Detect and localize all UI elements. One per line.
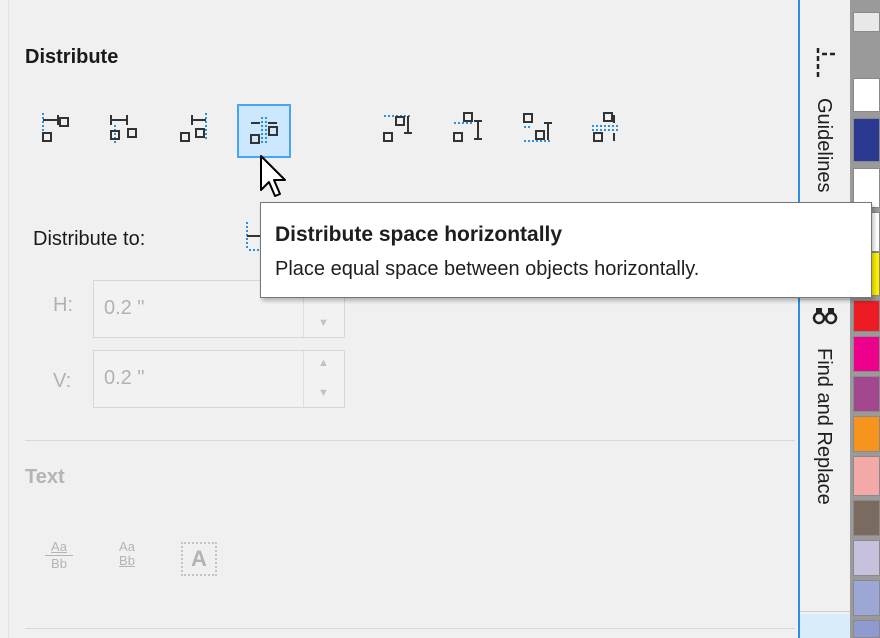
tooltip-title: Distribute space horizontally	[275, 223, 563, 246]
distribute-space-vertically-button[interactable]	[579, 100, 633, 154]
text-bounding-box-button[interactable]: A	[177, 538, 223, 582]
distribute-right-button[interactable]	[167, 100, 221, 154]
binoculars-icon	[812, 308, 838, 325]
distribute-space-v-icon	[592, 112, 620, 142]
align-distribute-docker: Distribute Distribute to: H: 0.2 " ▼ V: …	[8, 0, 799, 638]
mouse-cursor-icon	[260, 155, 286, 197]
distribute-top-button[interactable]	[369, 100, 423, 154]
tab-find-and-replace-label: Find and Replace	[813, 348, 835, 505]
color-swatch[interactable]	[853, 620, 880, 638]
tooltip: Distribute space horizontally Place equa…	[260, 202, 872, 298]
h-label: H:	[53, 294, 73, 316]
spin-down-icon[interactable]: ▼	[318, 387, 329, 399]
color-swatch[interactable]	[853, 336, 880, 372]
distribute-center-horizontally-button[interactable]	[97, 100, 151, 154]
docker-tab-strip: Guidelines Find and Replace	[798, 0, 850, 638]
h-spacing-value: 0.2 "	[104, 297, 145, 319]
distribute-space-h-icon	[250, 117, 278, 145]
distribute-top-icon	[383, 115, 412, 142]
color-swatch[interactable]	[853, 540, 880, 576]
v-label: V:	[53, 370, 72, 392]
tab-find-and-replace[interactable]: Find and Replace	[800, 300, 850, 612]
text-section-title: Text	[25, 466, 65, 488]
color-swatch[interactable]	[853, 118, 880, 162]
distribute-center-h-icon	[110, 115, 137, 143]
text-baseline-icon: Aa Bb	[41, 540, 77, 580]
distribute-left-icon	[42, 113, 69, 142]
v-spinner[interactable]: ▲ ▼	[303, 351, 344, 407]
tab-active-indicator	[800, 614, 850, 638]
distribute-center-v-icon	[453, 112, 482, 142]
section-divider	[25, 628, 795, 629]
distribute-center-vertically-button[interactable]	[439, 100, 493, 154]
color-swatch[interactable]	[853, 300, 880, 332]
v-spacing-value: 0.2 "	[104, 367, 145, 389]
color-swatch[interactable]	[853, 416, 880, 452]
distribute-to-label: Distribute to:	[33, 228, 146, 250]
section-divider	[25, 440, 795, 441]
text-baseline-button[interactable]: Aa Bb	[41, 540, 77, 580]
color-swatch[interactable]	[853, 456, 880, 496]
distribute-bottom-button[interactable]	[509, 100, 563, 154]
distribute-left-button[interactable]	[27, 100, 81, 154]
tooltip-description: Place equal space between objects horizo…	[275, 258, 700, 280]
spin-up-icon[interactable]: ▲	[318, 357, 329, 369]
text-baseline-alt-icon: Aa Bb	[119, 539, 135, 568]
color-swatch[interactable]	[853, 500, 880, 536]
guidelines-icon	[816, 48, 836, 80]
distribute-right-icon	[180, 113, 207, 142]
v-spacing-field[interactable]: 0.2 " ▲ ▼	[93, 350, 345, 408]
text-bounding-box-icon: A	[181, 542, 217, 576]
distribute-bottom-icon	[523, 113, 552, 142]
color-palette	[850, 0, 880, 638]
distribute-section-title: Distribute	[25, 46, 119, 68]
color-swatch[interactable]	[853, 12, 880, 32]
color-swatch[interactable]	[853, 580, 880, 616]
tab-guidelines-label: Guidelines	[813, 98, 835, 193]
color-swatch[interactable]	[853, 376, 880, 412]
color-swatch[interactable]	[853, 78, 880, 112]
distribute-space-horizontally-button[interactable]	[237, 104, 291, 158]
spin-down-icon[interactable]: ▼	[318, 317, 329, 329]
text-baseline-alt-button[interactable]: Aa Bb	[109, 540, 145, 580]
